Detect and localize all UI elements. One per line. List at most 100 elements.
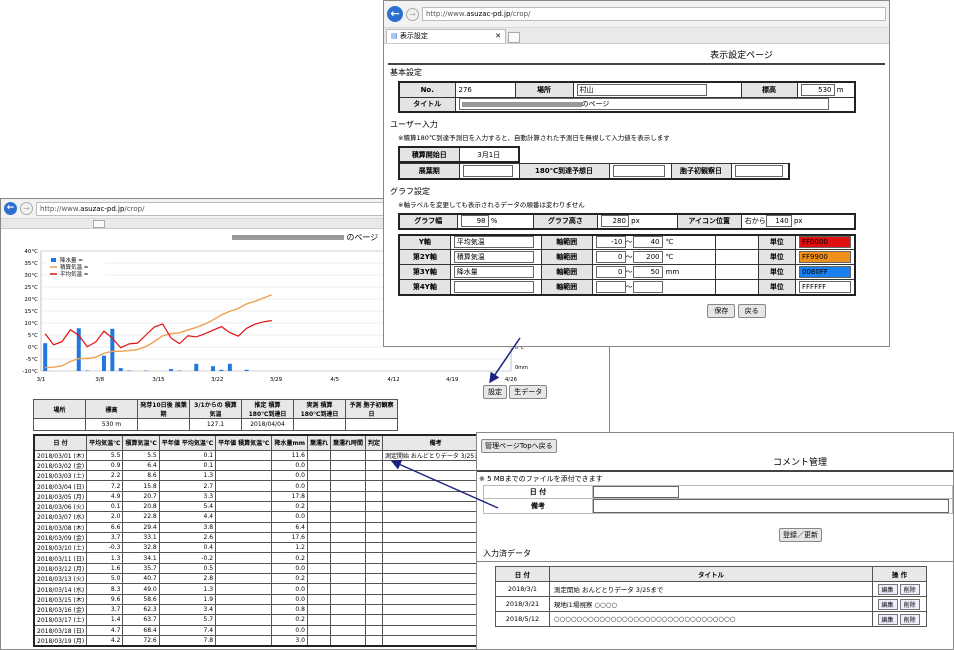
url-field[interactable]: http://www.asuzac-pd.jp/crop/ <box>422 7 886 21</box>
axis-min-input[interactable] <box>595 280 626 293</box>
table-row: 2018/03/17 (土) 1.4 63.7 5.7 0.2 <box>33 614 490 626</box>
table-cell <box>382 500 490 513</box>
table-cell: 0.0 <box>271 562 308 575</box>
table-cell <box>364 531 384 544</box>
color-input[interactable]: 0080FF <box>799 266 851 278</box>
graph-size-table: グラフ幅 98 % グラフ高さ 280 px アイコン位置 右から 140 px <box>398 212 856 230</box>
axis-max-input[interactable]: 40 <box>632 236 663 249</box>
color-input[interactable]: FF9900 <box>799 251 851 263</box>
forward-arrow-icon[interactable]: → <box>406 7 419 21</box>
spore-input[interactable] <box>734 164 783 177</box>
graph-width-input[interactable]: 98 <box>460 215 489 227</box>
delete-button[interactable]: 削除 <box>899 613 920 625</box>
back-button[interactable]: 戻る <box>737 303 766 318</box>
table-cell: 4.9 <box>86 490 124 502</box>
table-cell <box>364 521 384 533</box>
admin-top-button[interactable]: 管理ページTopへ戻る <box>481 439 557 453</box>
comment-form: 日 付 備考 <box>482 485 953 514</box>
axis-name-input[interactable]: 降水量 <box>453 266 534 278</box>
leaf-input[interactable] <box>462 164 513 177</box>
new-tab-icon[interactable] <box>93 220 105 228</box>
back-arrow-icon[interactable]: ← <box>4 202 17 215</box>
range-tilde: ～ <box>625 268 633 276</box>
table-cell <box>306 634 331 647</box>
legend-swatch <box>51 258 56 262</box>
elevation-input[interactable]: 530 <box>800 83 835 96</box>
table-cell: 3.3 <box>158 490 217 502</box>
submit-button[interactable]: 登録／更新 <box>779 528 822 542</box>
axis-range-label: 軸範囲 <box>540 264 593 280</box>
back-arrow-icon[interactable]: ← <box>387 6 403 22</box>
tab-display-settings[interactable]: ▤ 表示設定 ✕ <box>386 29 506 43</box>
table-cell: 17.8 <box>271 490 308 502</box>
axis-max-input[interactable] <box>632 280 663 293</box>
summary-header-cell: 推定 積算 180℃到達日 <box>241 399 294 419</box>
table-cell <box>215 583 273 595</box>
table-cell <box>306 521 331 533</box>
table-cell <box>306 603 331 616</box>
table-cell: 5.7 <box>158 614 217 626</box>
y-tick-label: 10°C <box>24 321 38 327</box>
axis-max-input[interactable]: 200 <box>632 251 663 263</box>
settings-button[interactable]: 設定 <box>483 385 507 399</box>
summary-header: 場所 標高 発芽10日後 展葉期 3/1からの 積算気温 推定 積算 180℃到達日 実測… <box>33 399 398 419</box>
axis-settings-table: Y軸 平均気温 軸範囲 -10 ～ 40 ℃ 単位 FF0000 第2Y軸 積算気温 軸範囲 0 ～ 200… <box>398 233 856 296</box>
x-tick-label: 3/1 <box>37 377 46 383</box>
axis-name-input[interactable]: 平均気温 <box>453 236 534 249</box>
edit-button[interactable]: 編集 <box>877 583 898 595</box>
place-label: 場所 <box>514 81 574 98</box>
graph-height-input[interactable]: 280 <box>600 215 629 227</box>
rawdata-button[interactable]: 生データ <box>509 385 548 399</box>
axis-range-label: 軸範囲 <box>540 234 593 250</box>
reach-input[interactable] <box>612 164 665 177</box>
new-tab-icon[interactable] <box>508 32 520 43</box>
column-header: 積算気温℃ <box>122 434 160 451</box>
entered-label: 入力済データ <box>483 549 531 558</box>
axis-unit: ℃ <box>665 253 674 261</box>
reach-label: 180℃到達予想日 <box>518 163 610 179</box>
note-input[interactable] <box>593 499 950 513</box>
table-cell <box>382 573 490 585</box>
table-cell <box>215 511 273 523</box>
icon-pos-input[interactable]: 140 <box>765 215 792 227</box>
axis-min-input[interactable]: -10 <box>595 236 626 249</box>
summary-header-cell: 標高 <box>85 399 138 419</box>
list-header-cell: 日 付 <box>495 566 550 582</box>
title-input[interactable]: のページ <box>458 98 829 111</box>
axis-min-input[interactable]: 0 <box>595 266 626 278</box>
delete-button[interactable]: 削除 <box>899 598 920 610</box>
axis-max-input[interactable]: 50 <box>632 266 663 278</box>
no-value: 276 <box>454 81 516 98</box>
table-cell <box>329 500 367 513</box>
save-button[interactable]: 保存 <box>707 303 736 318</box>
place-input[interactable]: 村山 <box>576 83 707 96</box>
axis-min-input[interactable]: 0 <box>595 251 626 263</box>
list-header-cell: 操 作 <box>872 566 927 582</box>
table-cell <box>364 624 384 636</box>
data-table-header: 日 付平均気温℃ 積算気温℃ 平年値 平均気温℃ 平年値 積算気温℃ 降水量mm 葉濡れ葉… <box>33 434 490 451</box>
user-input-table: 積算開始日 3月1日 <box>398 146 520 163</box>
table-cell <box>306 552 331 564</box>
table-cell: 0.8 <box>271 603 308 616</box>
summary-value-cell <box>345 418 398 431</box>
edit-button[interactable]: 編集 <box>877 613 898 625</box>
color-input[interactable]: FFFFFF <box>799 280 851 293</box>
table-cell: 5.4 <box>158 500 217 513</box>
table-cell: 2.0 <box>86 511 124 523</box>
table-cell <box>329 542 367 554</box>
color-input[interactable]: FF0000 <box>799 236 851 249</box>
table-cell: 6.6 <box>86 521 124 533</box>
list-date: 2018/5/12 <box>495 611 550 627</box>
axis-name-input[interactable]: 積算気温 <box>453 251 534 263</box>
table-cell <box>382 593 490 605</box>
table-cell: 58.6 <box>122 593 160 605</box>
table-cell: 2018/03/07 (水) <box>33 511 88 523</box>
edit-button[interactable]: 編集 <box>877 598 898 610</box>
delete-button[interactable]: 削除 <box>899 583 920 595</box>
tab-close-icon[interactable]: ✕ <box>495 30 501 43</box>
table-cell: 3.0 <box>271 634 308 647</box>
date-input[interactable] <box>593 486 680 498</box>
axis-name-input[interactable] <box>453 280 534 293</box>
settings-buttons: 保存 戻る <box>384 303 889 318</box>
forward-arrow-icon[interactable]: → <box>20 202 33 215</box>
